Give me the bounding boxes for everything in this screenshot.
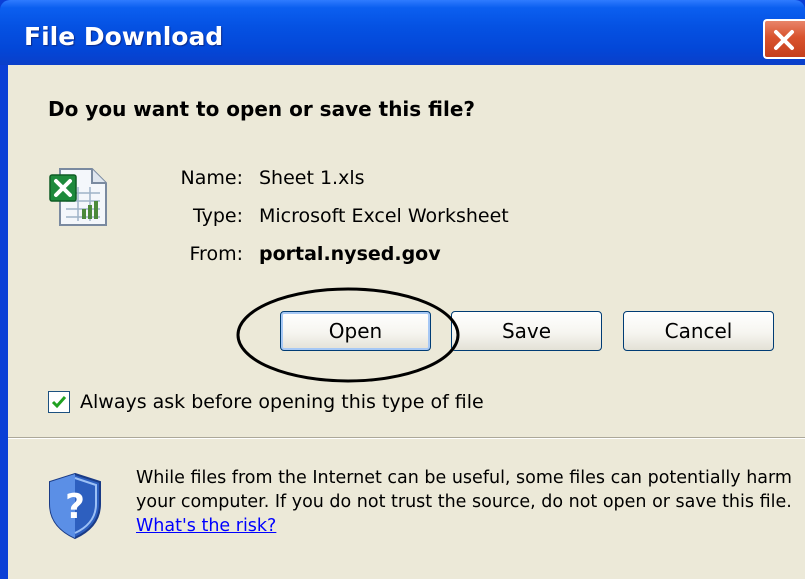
security-warning-text: While files from the Internet can be use… <box>136 468 792 512</box>
from-label: From: <box>189 243 243 265</box>
open-button-highlight-circle <box>236 287 460 383</box>
security-shield-icon: ? <box>49 472 101 540</box>
checkmark-icon <box>51 396 67 409</box>
cancel-button[interactable]: Cancel <box>623 311 774 351</box>
security-warning: While files from the Internet can be use… <box>136 466 801 538</box>
svg-text:?: ? <box>65 487 85 527</box>
save-button[interactable]: Save <box>451 311 602 351</box>
file-name-value: Sheet 1.xls <box>259 167 365 189</box>
close-button[interactable] <box>763 19 805 59</box>
window-title: File Download <box>24 22 224 51</box>
file-source-value: portal.nysed.gov <box>259 243 441 265</box>
title-bar[interactable]: File Download <box>0 0 805 65</box>
close-icon <box>774 30 794 50</box>
whats-the-risk-link[interactable]: What's the risk? <box>136 516 276 536</box>
file-type-value: Microsoft Excel Worksheet <box>259 205 509 227</box>
file-download-dialog: File Download Do you want to open or sav… <box>0 0 805 579</box>
dialog-question: Do you want to open or save this file? <box>48 97 476 121</box>
always-ask-label[interactable]: Always ask before opening this type of f… <box>80 391 484 413</box>
always-ask-checkbox[interactable] <box>48 391 70 413</box>
type-label: Type: <box>192 205 243 227</box>
divider-highlight <box>8 438 805 439</box>
name-label: Name: <box>180 167 243 189</box>
